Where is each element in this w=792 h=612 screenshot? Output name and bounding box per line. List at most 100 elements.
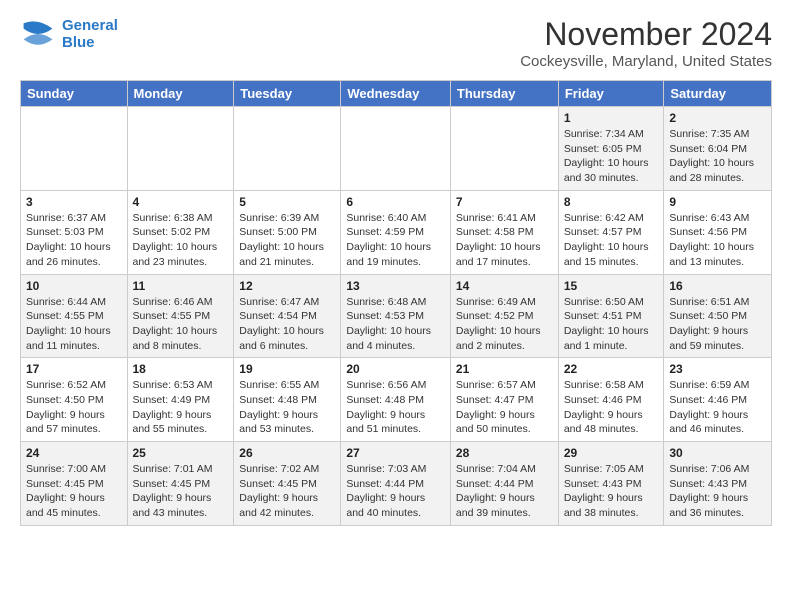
day-number: 7 xyxy=(456,195,553,209)
calendar-cell: 5 Sunrise: 6:39 AMSunset: 5:00 PMDaylight… xyxy=(234,190,341,274)
calendar-cell: 22 Sunrise: 6:58 AMSunset: 4:46 PMDayligh… xyxy=(558,358,664,442)
day-info: Sunrise: 6:59 AMSunset: 4:46 PMDaylight:… xyxy=(669,378,766,437)
calendar-cell: 8 Sunrise: 6:42 AMSunset: 4:57 PMDaylight… xyxy=(558,190,664,274)
day-info: Sunrise: 6:50 AMSunset: 4:51 PMDaylight:… xyxy=(564,295,659,354)
calendar-cell xyxy=(450,107,558,191)
day-number: 23 xyxy=(669,362,766,376)
day-info: Sunrise: 6:37 AMSunset: 5:03 PMDaylight:… xyxy=(26,211,122,270)
calendar-cell: 4 Sunrise: 6:38 AMSunset: 5:02 PMDaylight… xyxy=(127,190,234,274)
day-number: 27 xyxy=(346,446,445,460)
day-info: Sunrise: 6:47 AMSunset: 4:54 PMDaylight:… xyxy=(239,295,335,354)
day-number: 20 xyxy=(346,362,445,376)
day-number: 22 xyxy=(564,362,659,376)
calendar-cell: 7Sunrise: 6:41 AMSunset: 4:58 PMDaylight… xyxy=(450,190,558,274)
day-number: 3 xyxy=(26,195,122,209)
day-number: 29 xyxy=(564,446,659,460)
weekday-header: Thursday xyxy=(450,81,558,107)
day-info: Sunrise: 6:40 AMSunset: 4:59 PMDaylight:… xyxy=(346,211,445,270)
day-info: Sunrise: 6:46 AMSunset: 4:55 PMDaylight:… xyxy=(133,295,229,354)
day-number: 2 xyxy=(669,111,766,125)
calendar-cell: 11 Sunrise: 6:46 AMSunset: 4:55 PMDayligh… xyxy=(127,274,234,358)
logo-icon xyxy=(20,16,56,52)
calendar-cell: 17 Sunrise: 6:52 AMSunset: 4:50 PMDayligh… xyxy=(21,358,128,442)
day-info: Sunrise: 7:01 AMSunset: 4:45 PMDaylight:… xyxy=(133,462,229,521)
calendar-week-row: 3 Sunrise: 6:37 AMSunset: 5:03 PMDaylight… xyxy=(21,190,772,274)
calendar-cell: 3 Sunrise: 6:37 AMSunset: 5:03 PMDaylight… xyxy=(21,190,128,274)
day-info: Sunrise: 7:06 AMSunset: 4:43 PMDaylight:… xyxy=(669,462,766,521)
day-info: Sunrise: 6:57 AMSunset: 4:47 PMDaylight:… xyxy=(456,378,553,437)
calendar-cell: 9 Sunrise: 6:43 AMSunset: 4:56 PMDaylight… xyxy=(664,190,772,274)
calendar-cell: 28 Sunrise: 7:04 AMSunset: 4:44 PMDayligh… xyxy=(450,442,558,526)
day-info: Sunrise: 6:55 AMSunset: 4:48 PMDaylight:… xyxy=(239,378,335,437)
weekday-header: Tuesday xyxy=(234,81,341,107)
calendar-cell: 2 Sunrise: 7:35 AMSunset: 6:04 PMDaylight… xyxy=(664,107,772,191)
calendar-cell: 30 Sunrise: 7:06 AMSunset: 4:43 PMDayligh… xyxy=(664,442,772,526)
calendar-cell: 18Sunrise: 6:53 AMSunset: 4:49 PMDayligh… xyxy=(127,358,234,442)
day-number: 13 xyxy=(346,279,445,293)
day-info: Sunrise: 6:48 AMSunset: 4:53 PMDaylight:… xyxy=(346,295,445,354)
day-number: 17 xyxy=(26,362,122,376)
day-number: 21 xyxy=(456,362,553,376)
weekday-header: Sunday xyxy=(21,81,128,107)
day-number: 30 xyxy=(669,446,766,460)
calendar-cell: 23 Sunrise: 6:59 AMSunset: 4:46 PMDayligh… xyxy=(664,358,772,442)
day-info: Sunrise: 7:04 AMSunset: 4:44 PMDaylight:… xyxy=(456,462,553,521)
day-info: Sunrise: 7:05 AMSunset: 4:43 PMDaylight:… xyxy=(564,462,659,521)
calendar-cell: 19Sunrise: 6:55 AMSunset: 4:48 PMDayligh… xyxy=(234,358,341,442)
location: Cockeysville, Maryland, United States xyxy=(520,53,772,70)
calendar-cell xyxy=(341,107,451,191)
calendar-week-row: 24 Sunrise: 7:00 AMSunset: 4:45 PMDayligh… xyxy=(21,442,772,526)
day-info: Sunrise: 6:49 AMSunset: 4:52 PMDaylight:… xyxy=(456,295,553,354)
day-number: 8 xyxy=(564,195,659,209)
day-info: Sunrise: 7:00 AMSunset: 4:45 PMDaylight:… xyxy=(26,462,122,521)
calendar-cell: 27 Sunrise: 7:03 AMSunset: 4:44 PMDayligh… xyxy=(341,442,451,526)
weekday-header: Monday xyxy=(127,81,234,107)
title-block: November 2024 Cockeysville, Maryland, Un… xyxy=(520,16,772,70)
logo-line2: Blue xyxy=(62,34,95,51)
day-number: 14 xyxy=(456,279,553,293)
day-info: Sunrise: 6:44 AMSunset: 4:55 PMDaylight:… xyxy=(26,295,122,354)
day-number: 25 xyxy=(133,446,229,460)
day-info: Sunrise: 7:02 AMSunset: 4:45 PMDaylight:… xyxy=(239,462,335,521)
calendar-week-row: 17 Sunrise: 6:52 AMSunset: 4:50 PMDayligh… xyxy=(21,358,772,442)
day-info: Sunrise: 6:56 AMSunset: 4:48 PMDaylight:… xyxy=(346,378,445,437)
calendar-cell: 12 Sunrise: 6:47 AMSunset: 4:54 PMDayligh… xyxy=(234,274,341,358)
day-info: Sunrise: 6:53 AMSunset: 4:49 PMDaylight:… xyxy=(133,378,229,437)
day-number: 9 xyxy=(669,195,766,209)
day-info: Sunrise: 7:34 AMSunset: 6:05 PMDaylight:… xyxy=(564,127,659,186)
calendar-cell xyxy=(127,107,234,191)
calendar-header-row: SundayMondayTuesdayWednesdayThursdayFrid… xyxy=(21,81,772,107)
day-number: 5 xyxy=(239,195,335,209)
calendar-cell: 13 Sunrise: 6:48 AMSunset: 4:53 PMDayligh… xyxy=(341,274,451,358)
calendar-cell: 24 Sunrise: 7:00 AMSunset: 4:45 PMDayligh… xyxy=(21,442,128,526)
header: General Blue November 2024 Cockeysville,… xyxy=(20,16,772,70)
day-info: Sunrise: 6:38 AMSunset: 5:02 PMDaylight:… xyxy=(133,211,229,270)
day-number: 11 xyxy=(133,279,229,293)
day-number: 4 xyxy=(133,195,229,209)
month-title: November 2024 xyxy=(520,16,772,53)
calendar-cell: 29 Sunrise: 7:05 AMSunset: 4:43 PMDayligh… xyxy=(558,442,664,526)
calendar-cell xyxy=(21,107,128,191)
day-number: 12 xyxy=(239,279,335,293)
logo-line1: General xyxy=(62,17,118,34)
day-info: Sunrise: 7:35 AMSunset: 6:04 PMDaylight:… xyxy=(669,127,766,186)
day-number: 1 xyxy=(564,111,659,125)
logo-text: General Blue xyxy=(62,17,118,52)
day-number: 28 xyxy=(456,446,553,460)
day-info: Sunrise: 6:52 AMSunset: 4:50 PMDaylight:… xyxy=(26,378,122,437)
calendar-cell: 26 Sunrise: 7:02 AMSunset: 4:45 PMDayligh… xyxy=(234,442,341,526)
day-info: Sunrise: 6:42 AMSunset: 4:57 PMDaylight:… xyxy=(564,211,659,270)
day-info: Sunrise: 6:43 AMSunset: 4:56 PMDaylight:… xyxy=(669,211,766,270)
calendar-cell: 14 Sunrise: 6:49 AMSunset: 4:52 PMDayligh… xyxy=(450,274,558,358)
logo: General Blue xyxy=(20,16,118,52)
day-number: 16 xyxy=(669,279,766,293)
calendar-cell: 15Sunrise: 6:50 AMSunset: 4:51 PMDayligh… xyxy=(558,274,664,358)
day-number: 24 xyxy=(26,446,122,460)
day-info: Sunrise: 6:58 AMSunset: 4:46 PMDaylight:… xyxy=(564,378,659,437)
day-info: Sunrise: 7:03 AMSunset: 4:44 PMDaylight:… xyxy=(346,462,445,521)
day-info: Sunrise: 6:39 AMSunset: 5:00 PMDaylight:… xyxy=(239,211,335,270)
day-number: 26 xyxy=(239,446,335,460)
calendar-cell: 10Sunrise: 6:44 AMSunset: 4:55 PMDayligh… xyxy=(21,274,128,358)
calendar-week-row: 10Sunrise: 6:44 AMSunset: 4:55 PMDayligh… xyxy=(21,274,772,358)
calendar-cell: 21 Sunrise: 6:57 AMSunset: 4:47 PMDayligh… xyxy=(450,358,558,442)
